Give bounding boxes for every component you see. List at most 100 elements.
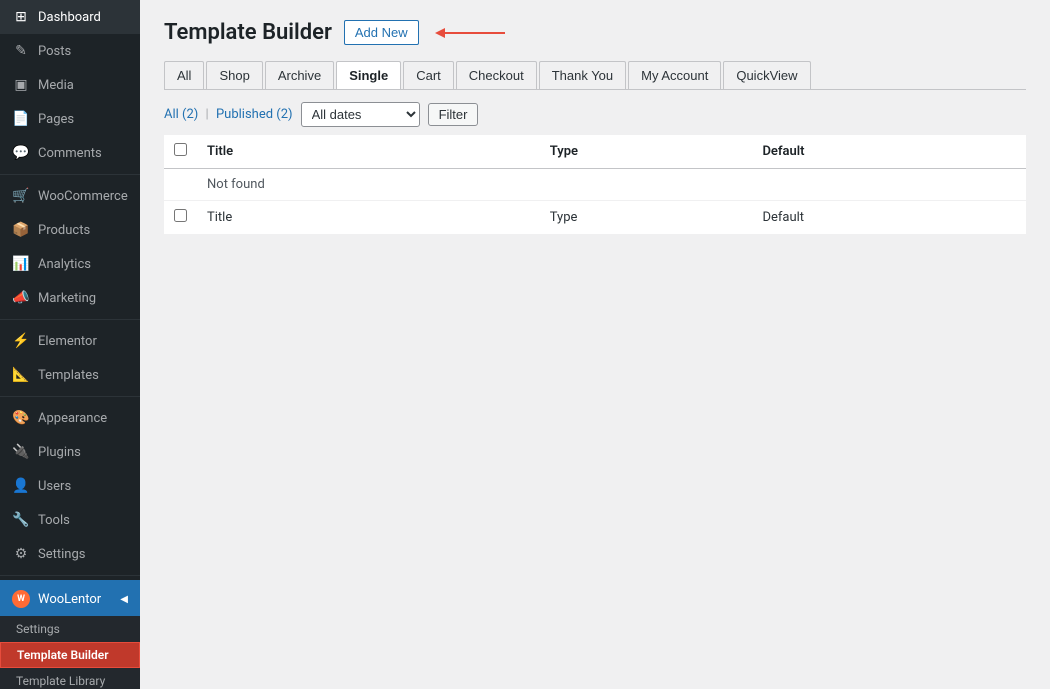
table-header-checkbox xyxy=(164,135,197,169)
row-checkbox-cell xyxy=(164,201,197,235)
woolentor-label: WooLentor xyxy=(38,592,101,607)
templates-icon: 📐 xyxy=(12,366,30,384)
arrow-svg xyxy=(435,23,515,43)
sidebar-item-settings[interactable]: ⚙ Settings xyxy=(0,537,140,571)
sidebar-label-woocommerce: WooCommerce xyxy=(38,189,128,204)
tab-cart[interactable]: Cart xyxy=(403,61,454,89)
sidebar-item-products[interactable]: 📦 Products xyxy=(0,213,140,247)
sidebar-item-template-library[interactable]: Template Library xyxy=(0,668,140,689)
sidebar-item-posts[interactable]: ✎ Posts xyxy=(0,34,140,68)
separator-2 xyxy=(0,319,140,320)
not-found-type-cell xyxy=(540,169,753,201)
sidebar-label-pages: Pages xyxy=(38,112,74,127)
row-type: Type xyxy=(540,201,753,235)
table-row: Title Type Default xyxy=(164,201,1026,235)
table-header-type: Type xyxy=(540,135,753,169)
sidebar-label-marketing: Marketing xyxy=(38,291,96,306)
separator-4 xyxy=(0,575,140,576)
sidebar-label-plugins: Plugins xyxy=(38,445,81,460)
tab-single[interactable]: Single xyxy=(336,61,401,89)
sidebar-label-elementor: Elementor xyxy=(38,334,97,349)
filters-row: All (2) | Published (2) All dates Januar… xyxy=(164,102,1026,127)
sidebar: ⊞ Dashboard ✎ Posts ▣ Media 📄 Pages 💬 Co… xyxy=(0,0,140,689)
table-body: Not found Title Type Default xyxy=(164,169,1026,235)
sidebar-item-dashboard[interactable]: ⊞ Dashboard xyxy=(0,0,140,34)
sidebar-item-marketing[interactable]: 📣 Marketing xyxy=(0,281,140,315)
filter-separator: | xyxy=(206,107,209,122)
tab-checkout[interactable]: Checkout xyxy=(456,61,537,89)
row-checkbox[interactable] xyxy=(174,209,187,222)
table-header-default: Default xyxy=(752,135,1026,169)
main-content: Template Builder Add New All Shop Archiv… xyxy=(140,0,1050,689)
sidebar-item-comments[interactable]: 💬 Comments xyxy=(0,136,140,170)
sidebar-item-elementor[interactable]: ⚡ Elementor xyxy=(0,324,140,358)
sidebar-label-products: Products xyxy=(38,223,90,238)
page-header: Template Builder Add New xyxy=(164,20,1026,45)
sidebar-item-woocommerce[interactable]: 🛒 WooCommerce xyxy=(0,179,140,213)
sidebar-item-pages[interactable]: 📄 Pages xyxy=(0,102,140,136)
woolentor-menu-item[interactable]: W WooLentor ◀ xyxy=(0,582,140,616)
select-all-checkbox[interactable] xyxy=(174,143,187,156)
analytics-icon: 📊 xyxy=(12,255,30,273)
tab-my-account[interactable]: My Account xyxy=(628,61,721,89)
separator-1 xyxy=(0,174,140,175)
filter-all-link[interactable]: All (2) xyxy=(164,107,198,122)
not-found-text: Not found xyxy=(197,169,540,201)
tab-thank-you[interactable]: Thank You xyxy=(539,61,626,89)
tools-icon: 🔧 xyxy=(12,511,30,529)
tab-all[interactable]: All xyxy=(164,61,204,89)
elementor-icon: ⚡ xyxy=(12,332,30,350)
filter-button[interactable]: Filter xyxy=(428,103,479,126)
sidebar-item-template-builder[interactable]: Template Builder xyxy=(0,642,140,668)
not-found-checkbox-cell xyxy=(164,169,197,201)
woolentor-collapse-icon: ◀ xyxy=(120,594,128,605)
table-header: Title Type Default xyxy=(164,135,1026,169)
settings-icon: ⚙ xyxy=(12,545,30,563)
sidebar-label-users: Users xyxy=(38,479,71,494)
users-icon: 👤 xyxy=(12,477,30,495)
woolentor-icon: W xyxy=(12,590,30,608)
products-icon: 📦 xyxy=(12,221,30,239)
sidebar-label-posts: Posts xyxy=(38,44,71,59)
tabs-bar: All Shop Archive Single Cart Checkout Th… xyxy=(164,61,1026,90)
arrow-indicator xyxy=(435,23,515,43)
sidebar-item-users[interactable]: 👤 Users xyxy=(0,469,140,503)
add-new-button[interactable]: Add New xyxy=(344,20,419,45)
sidebar-item-analytics[interactable]: 📊 Analytics xyxy=(0,247,140,281)
sidebar-label-analytics: Analytics xyxy=(38,257,91,272)
sidebar-item-woolentor-settings[interactable]: Settings xyxy=(0,616,140,642)
comments-icon: 💬 xyxy=(12,144,30,162)
separator-3 xyxy=(0,396,140,397)
sidebar-label-appearance: Appearance xyxy=(38,411,107,426)
tab-archive[interactable]: Archive xyxy=(265,61,334,89)
sidebar-label-tools: Tools xyxy=(38,513,70,528)
table-row-not-found: Not found xyxy=(164,169,1026,201)
sidebar-item-appearance[interactable]: 🎨 Appearance xyxy=(0,401,140,435)
appearance-icon: 🎨 xyxy=(12,409,30,427)
filter-published-link[interactable]: Published (2) xyxy=(216,107,293,122)
templates-table: Title Type Default Not found Title Type … xyxy=(164,135,1026,235)
woolentor-section: W WooLentor ◀ Settings Template Builder … xyxy=(0,580,140,689)
dashboard-icon: ⊞ xyxy=(12,8,30,26)
sidebar-label-dashboard: Dashboard xyxy=(38,10,101,25)
media-icon: ▣ xyxy=(12,76,30,94)
sidebar-label-media: Media xyxy=(38,78,74,93)
not-found-default-cell xyxy=(752,169,1026,201)
sidebar-label-settings: Settings xyxy=(38,547,85,562)
sidebar-item-plugins[interactable]: 🔌 Plugins xyxy=(0,435,140,469)
row-title: Title xyxy=(197,201,540,235)
sidebar-item-tools[interactable]: 🔧 Tools xyxy=(0,503,140,537)
plugins-icon: 🔌 xyxy=(12,443,30,461)
table-header-title: Title xyxy=(197,135,540,169)
pages-icon: 📄 xyxy=(12,110,30,128)
row-default: Default xyxy=(752,201,1026,235)
woocommerce-icon: 🛒 xyxy=(12,187,30,205)
date-filter-select[interactable]: All dates January 2024 February 2024 xyxy=(301,102,420,127)
tab-shop[interactable]: Shop xyxy=(206,61,262,89)
filter-status-links: All (2) | Published (2) xyxy=(164,107,293,122)
sidebar-item-media[interactable]: ▣ Media xyxy=(0,68,140,102)
tab-quickview[interactable]: QuickView xyxy=(723,61,810,89)
sidebar-label-comments: Comments xyxy=(38,146,102,161)
sidebar-item-templates[interactable]: 📐 Templates xyxy=(0,358,140,392)
posts-icon: ✎ xyxy=(12,42,30,60)
